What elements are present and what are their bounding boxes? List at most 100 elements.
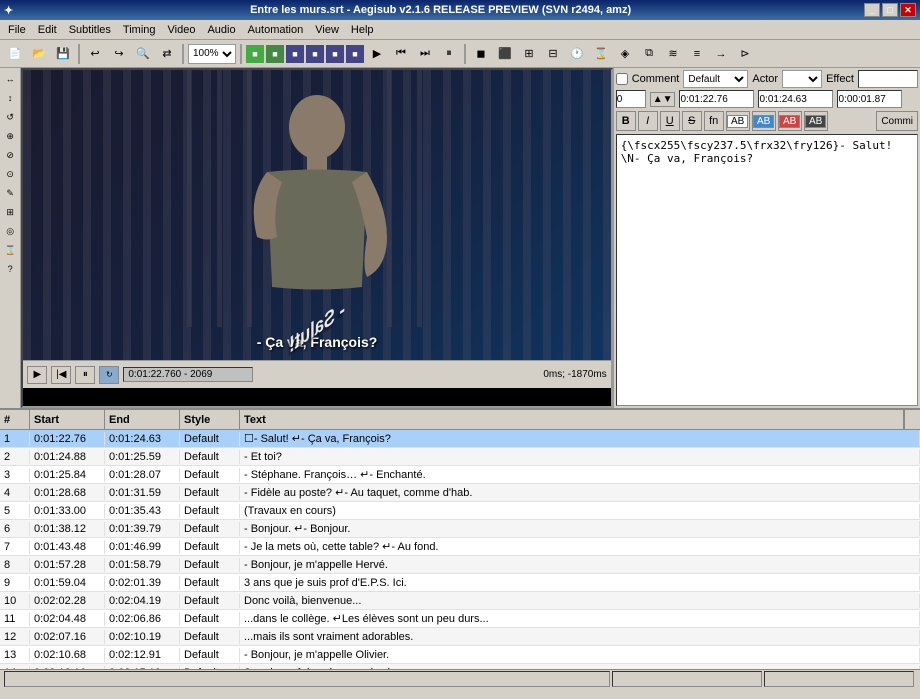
- lt-btn6[interactable]: ⊙: [1, 165, 19, 183]
- tb-btn16[interactable]: ⌛: [590, 43, 612, 65]
- end-time-input[interactable]: [758, 90, 833, 108]
- cell-start: 0:02:07.16: [30, 630, 105, 644]
- tb-btn1[interactable]: ■: [246, 45, 264, 63]
- font-button[interactable]: fn: [704, 111, 724, 131]
- tb-btn7[interactable]: ▶: [366, 43, 388, 65]
- table-row[interactable]: 12 0:02:07.16 0:02:10.19 Default ...mais…: [0, 628, 920, 646]
- tb-btn11[interactable]: ◼: [470, 43, 492, 65]
- color4-button[interactable]: AB: [804, 111, 828, 131]
- tb-btn20[interactable]: ≡: [686, 43, 708, 65]
- lt-btn2[interactable]: ↕: [1, 89, 19, 107]
- strikeout-button[interactable]: S: [682, 111, 702, 131]
- actor-dropdown[interactable]: [782, 70, 822, 88]
- tb-btn18[interactable]: ⧉: [638, 43, 660, 65]
- tb-btn21[interactable]: →: [710, 43, 732, 65]
- cell-num: 3: [0, 468, 30, 482]
- find-replace-button[interactable]: ⇄: [156, 43, 178, 65]
- tb-btn5[interactable]: ■: [326, 45, 344, 63]
- minimize-button[interactable]: _: [864, 3, 880, 17]
- commit-button[interactable]: Commi: [876, 111, 918, 131]
- list-header: # Start End Style Text: [0, 410, 920, 430]
- sep1: [78, 44, 80, 64]
- table-row[interactable]: 6 0:01:38.12 0:01:39.79 Default - Bonjou…: [0, 520, 920, 538]
- lt-btn8[interactable]: ⊞: [1, 203, 19, 221]
- table-row[interactable]: 9 0:01:59.04 0:02:01.39 Default 3 ans qu…: [0, 574, 920, 592]
- cell-num: 4: [0, 486, 30, 500]
- redo-button[interactable]: ↪: [108, 43, 130, 65]
- close-button[interactable]: ✕: [900, 3, 916, 17]
- color1-button[interactable]: AB: [726, 111, 750, 131]
- menu-video[interactable]: Video: [162, 22, 202, 38]
- lt-btn9[interactable]: ◎: [1, 222, 19, 240]
- undo-button[interactable]: ↩: [84, 43, 106, 65]
- menu-timing[interactable]: Timing: [117, 22, 162, 38]
- layer-input[interactable]: [616, 90, 646, 108]
- menu-view[interactable]: View: [309, 22, 345, 38]
- open-button[interactable]: 📂: [28, 43, 50, 65]
- tb-btn9[interactable]: ⏭: [414, 43, 436, 65]
- table-row[interactable]: 3 0:01:25.84 0:01:28.07 Default - Stépha…: [0, 466, 920, 484]
- duration-input[interactable]: [837, 90, 902, 108]
- table-row[interactable]: 7 0:01:43.48 0:01:46.99 Default - Je la …: [0, 538, 920, 556]
- lt-btn4[interactable]: ⊕: [1, 127, 19, 145]
- tb-btn19[interactable]: ≋: [662, 43, 684, 65]
- menu-help[interactable]: Help: [345, 22, 380, 38]
- tb-btn12[interactable]: ⬛: [494, 43, 516, 65]
- menu-automation[interactable]: Automation: [242, 22, 310, 38]
- tb-btn15[interactable]: 🕐: [566, 43, 588, 65]
- new-button[interactable]: 📄: [4, 43, 26, 65]
- subtitle-list-body[interactable]: 1 0:01:22.76 0:01:24.63 Default ☐- Salut…: [0, 430, 920, 669]
- tb-btn14[interactable]: ⊟: [542, 43, 564, 65]
- table-row[interactable]: 10 0:02:02.28 0:02:04.19 Default Donc vo…: [0, 592, 920, 610]
- menu-subtitles[interactable]: Subtitles: [63, 22, 117, 38]
- menu-audio[interactable]: Audio: [201, 22, 241, 38]
- menu-edit[interactable]: Edit: [32, 22, 63, 38]
- cell-style: Default: [180, 612, 240, 626]
- style-dropdown[interactable]: Default: [683, 70, 748, 88]
- subtitle-text-editor[interactable]: {\fscx255\fscy237.5\frx32\fry126}- Salut…: [616, 134, 918, 406]
- tb-btn2[interactable]: ■: [266, 45, 284, 63]
- layer-spinner[interactable]: ▲▼: [650, 92, 676, 107]
- start-time-input[interactable]: [679, 90, 754, 108]
- color2-button[interactable]: AB: [752, 111, 776, 131]
- tb-btn6[interactable]: ■: [346, 45, 364, 63]
- tb-btn8[interactable]: ⏮: [390, 43, 412, 65]
- tb-btn4[interactable]: ■: [306, 45, 324, 63]
- italic-button[interactable]: I: [638, 111, 658, 131]
- table-row[interactable]: 11 0:02:04.48 0:02:06.86 Default ...dans…: [0, 610, 920, 628]
- color3-button[interactable]: AB: [778, 111, 802, 131]
- play-button[interactable]: ▶: [27, 366, 47, 384]
- table-row[interactable]: 1 0:01:22.76 0:01:24.63 Default ☐- Salut…: [0, 430, 920, 448]
- loop-button[interactable]: ↻: [99, 366, 119, 384]
- table-row[interactable]: 5 0:01:33.00 0:01:35.43 Default (Travaux…: [0, 502, 920, 520]
- save-button[interactable]: 💾: [52, 43, 74, 65]
- tb-btn10[interactable]: ⏸: [438, 43, 460, 65]
- tb-btn22[interactable]: ⊳: [734, 43, 756, 65]
- lt-btn7[interactable]: ✎: [1, 184, 19, 202]
- find-button[interactable]: 🔍: [132, 43, 154, 65]
- pause-button[interactable]: ⏸: [75, 366, 95, 384]
- tb-btn17[interactable]: ◈: [614, 43, 636, 65]
- effect-input[interactable]: [858, 70, 918, 88]
- cell-end: 0:01:24.63: [105, 432, 180, 446]
- table-row[interactable]: 2 0:01:24.88 0:01:25.59 Default - Et toi…: [0, 448, 920, 466]
- lt-btn5[interactable]: ⊘: [1, 146, 19, 164]
- tb-btn13[interactable]: ⊞: [518, 43, 540, 65]
- comment-checkbox[interactable]: [616, 73, 628, 85]
- lt-btn1[interactable]: ↔: [1, 70, 19, 88]
- table-row[interactable]: 13 0:02:10.68 0:02:12.91 Default - Bonjo…: [0, 646, 920, 664]
- lt-btn3[interactable]: ↺: [1, 108, 19, 126]
- bold-button[interactable]: B: [616, 111, 636, 131]
- lt-btn10[interactable]: ⌛: [1, 241, 19, 259]
- underline-button[interactable]: U: [660, 111, 680, 131]
- prev-frame-button[interactable]: |◀: [51, 366, 71, 384]
- zoom-select[interactable]: 100%: [188, 44, 236, 64]
- cell-end: 0:02:04.19: [105, 594, 180, 608]
- table-row[interactable]: 4 0:01:28.68 0:01:31.59 Default - Fidèle…: [0, 484, 920, 502]
- menu-file[interactable]: File: [2, 22, 32, 38]
- lt-btn11[interactable]: ?: [1, 260, 19, 278]
- maximize-button[interactable]: □: [882, 3, 898, 17]
- tb-btn3[interactable]: ■: [286, 45, 304, 63]
- col-header-style: Style: [180, 410, 240, 429]
- table-row[interactable]: 8 0:01:57.28 0:01:58.79 Default - Bonjou…: [0, 556, 920, 574]
